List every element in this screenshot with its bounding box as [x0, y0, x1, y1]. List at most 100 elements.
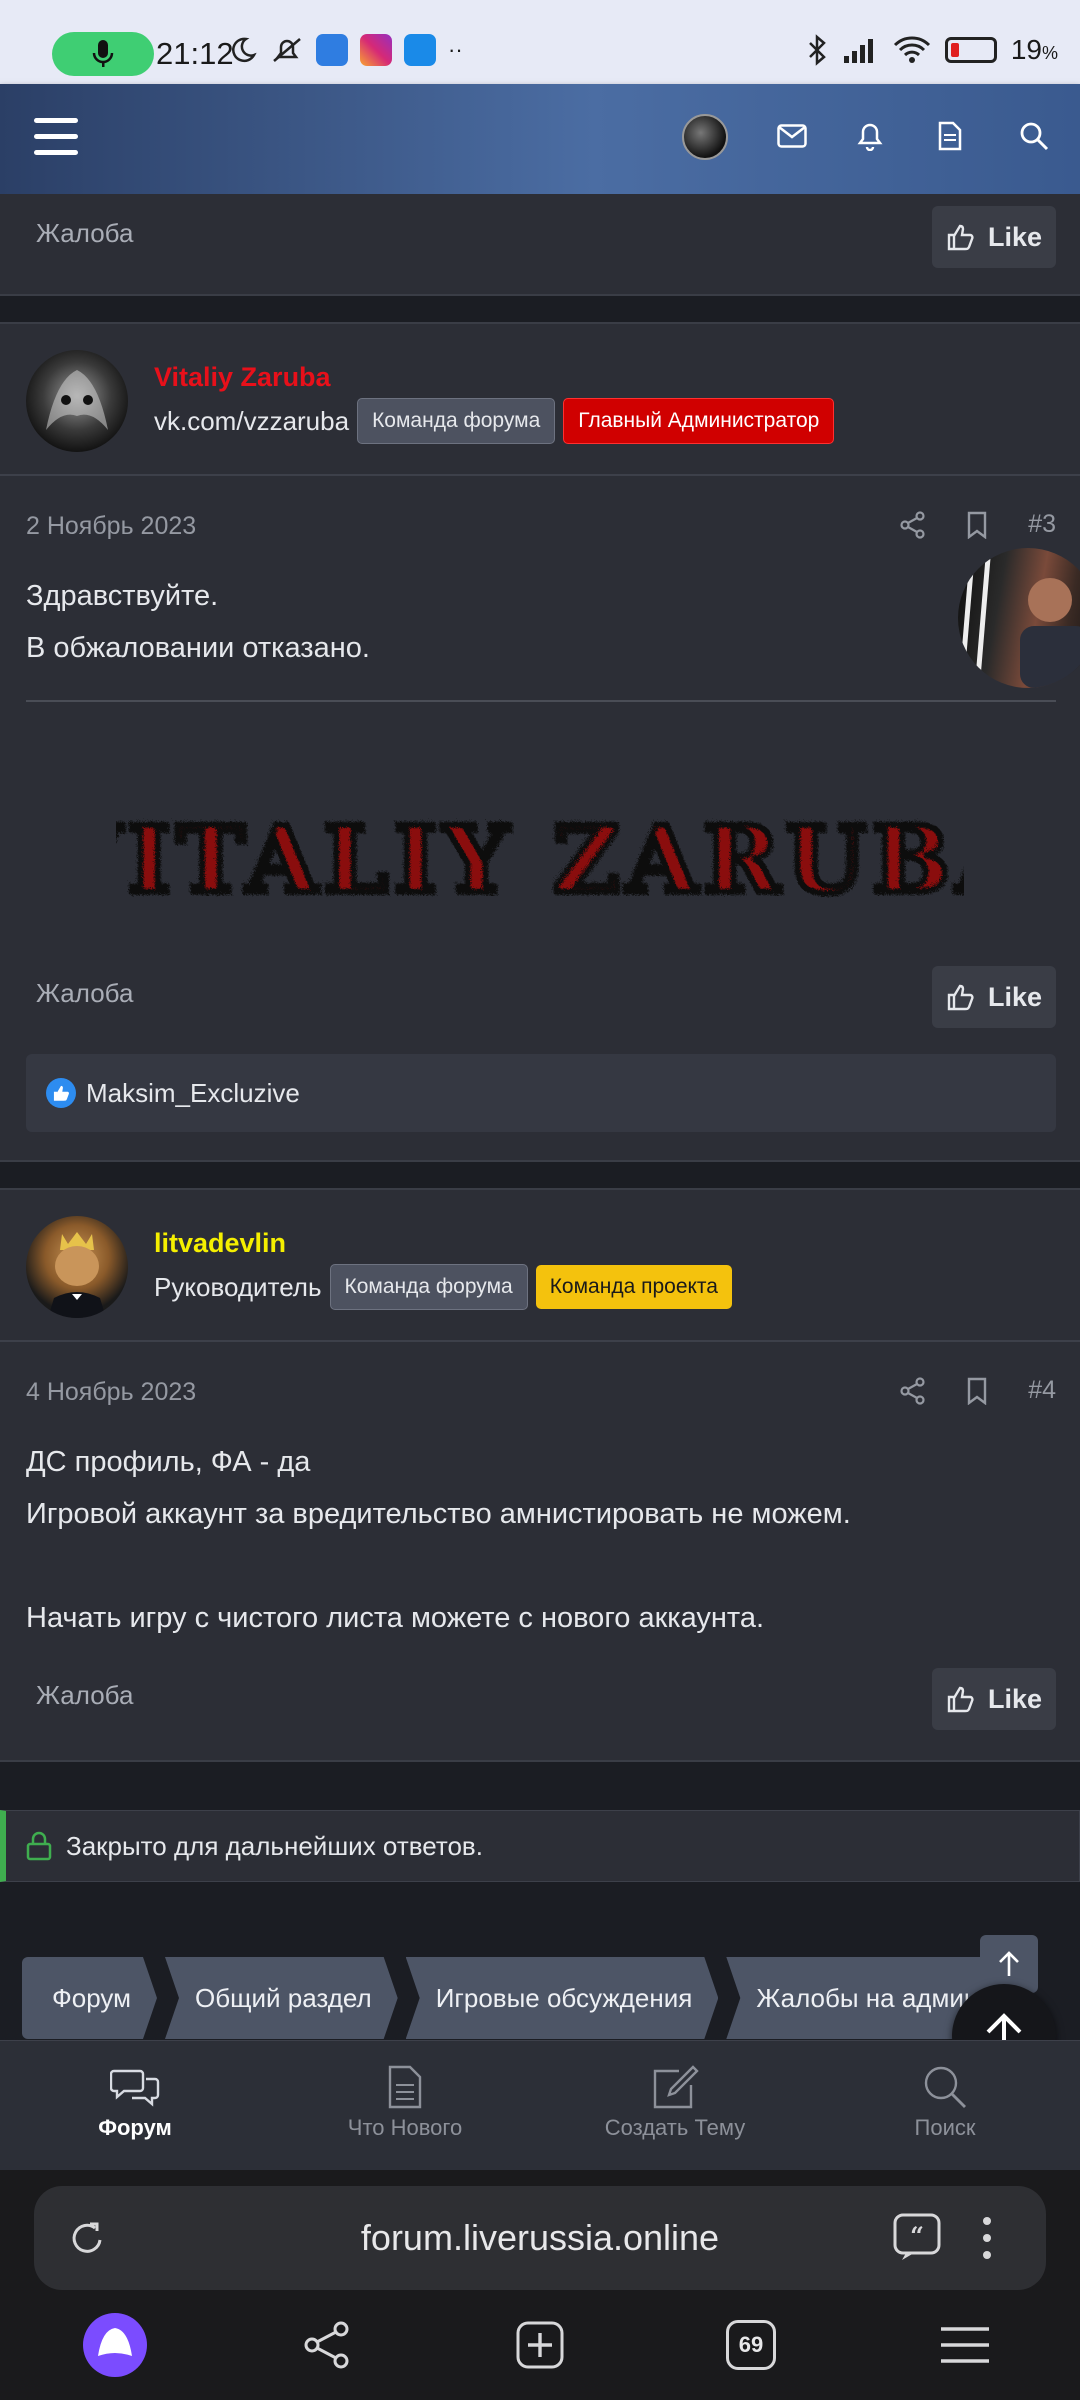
- inbox-icon[interactable]: [772, 116, 812, 156]
- breadcrumb-game-discussions[interactable]: Игровые обсуждения: [406, 1957, 719, 2039]
- report-link[interactable]: Жалоба: [36, 1680, 133, 1711]
- app-notification-icon: [404, 34, 436, 66]
- post-3: Vitaliy Zaruba vk.com/vzzaruba Команда ф…: [0, 322, 1080, 1162]
- chat-bubbles-icon: [0, 2059, 270, 2115]
- battery-icon: [944, 37, 997, 63]
- badge-forum-team: Команда форума: [357, 398, 556, 444]
- post-body: Здравствуйте. В обжаловании отказано.: [26, 580, 370, 664]
- post-actions: #3: [900, 510, 1056, 539]
- bookmark-icon[interactable]: [966, 511, 988, 539]
- thumbs-up-icon: [947, 1686, 974, 1713]
- thread-closed-notice: Закрыто для дальнейших ответов.: [0, 1810, 1080, 1882]
- moon-icon: [232, 37, 257, 63]
- tab-label: Поиск: [914, 2115, 976, 2140]
- signature-logo-image: VITALIY ZARUBA: [44, 794, 1028, 924]
- share-icon[interactable]: [900, 510, 926, 539]
- system-indicators: 19%: [805, 34, 1058, 66]
- breadcrumb-general[interactable]: Общий раздел: [165, 1957, 398, 2039]
- floating-video-avatar[interactable]: [958, 548, 1080, 688]
- like-label: Like: [987, 1683, 1043, 1714]
- like-button[interactable]: Like: [932, 966, 1056, 1028]
- badge-forum-team: Команда форума: [329, 1264, 528, 1310]
- like-button[interactable]: Like: [932, 206, 1056, 268]
- alice-assistant-icon[interactable]: [80, 2310, 150, 2380]
- tabs-count: 69: [726, 2320, 776, 2370]
- breadcrumb: Форум Общий раздел Игровые обсуждения Жа…: [22, 1957, 1012, 2039]
- browser-chrome: forum.liverussia.online “ 69: [0, 2170, 1080, 2400]
- search-icon[interactable]: [1014, 116, 1054, 156]
- user-title: Руководитель: [154, 1271, 322, 1302]
- report-link[interactable]: Жалоба: [36, 218, 133, 249]
- post-number[interactable]: #3: [1028, 510, 1056, 539]
- battery-level: 19%: [1010, 34, 1058, 65]
- clock: 21:12: [156, 36, 234, 71]
- notification-icons: ··: [228, 34, 468, 66]
- bookmark-icon[interactable]: [966, 1377, 988, 1405]
- like-button[interactable]: Like: [932, 1668, 1056, 1730]
- user-title-row: Руководитель Команда форума Команда прое…: [154, 1264, 732, 1310]
- tab-forum[interactable]: Форум: [0, 2059, 270, 2141]
- tabs-counter-button[interactable]: 69: [716, 2310, 786, 2380]
- more-notifications-icon: ··: [448, 37, 463, 62]
- tab-whats-new[interactable]: Что Нового: [270, 2059, 540, 2141]
- menu-icon[interactable]: [34, 118, 78, 158]
- share-icon[interactable]: [292, 2310, 362, 2380]
- forum-tab-bar: Форум Что Нового Создать Тему Поиск: [0, 2040, 1080, 2170]
- user-title: vk.com/vzzaruba: [154, 405, 350, 436]
- document-icon: [270, 2059, 540, 2115]
- tab-search[interactable]: Поиск: [810, 2059, 1080, 2141]
- share-icon[interactable]: [900, 1376, 926, 1405]
- post-number[interactable]: #4: [1028, 1376, 1056, 1405]
- report-link[interactable]: Жалоба: [36, 978, 133, 1009]
- thumbs-up-icon: [947, 224, 974, 251]
- post-footer-previous: Жалоба Like: [0, 194, 1080, 296]
- post-date[interactable]: 4 Ноябрь 2023: [26, 1378, 196, 1407]
- tab-label: Что Нового: [347, 2115, 463, 2140]
- tab-label: Форум: [98, 2115, 172, 2140]
- edit-icon: [540, 2059, 810, 2115]
- post-date[interactable]: 2 Ноябрь 2023: [26, 512, 196, 541]
- mute-bell-icon: [273, 38, 301, 62]
- username[interactable]: litvadevlin: [154, 1228, 286, 1259]
- status-bar: 21:12 ·· 19%: [0, 0, 1080, 84]
- breadcrumb-forum[interactable]: Форум: [22, 1957, 157, 2039]
- reader-mode-icon[interactable]: “: [892, 2212, 942, 2267]
- closed-notice-text: Закрыто для дальнейших ответов.: [66, 1830, 483, 1861]
- like-label: Like: [987, 981, 1043, 1012]
- address-bar[interactable]: forum.liverussia.online “: [34, 2186, 1046, 2290]
- like-label: Like: [987, 221, 1043, 252]
- user-title-row: vk.com/vzzaruba Команда форума Главный А…: [154, 398, 835, 444]
- user-avatar[interactable]: [26, 350, 128, 452]
- like-reaction-icon: [46, 1078, 76, 1108]
- badge-project-team: Команда проекта: [535, 1265, 732, 1309]
- bluetooth-icon: [808, 34, 826, 66]
- search-icon: [810, 2059, 1080, 2115]
- mic-indicator-icon: [52, 32, 154, 76]
- account-avatar[interactable]: [682, 114, 728, 160]
- signature-divider: [26, 700, 1056, 702]
- browser-menu-icon[interactable]: [930, 2310, 1000, 2380]
- post-actions: #4: [900, 1376, 1056, 1405]
- new-posts-document-icon[interactable]: [930, 116, 970, 156]
- arrow-up-icon: [999, 1951, 1019, 1976]
- tab-label: Создать Тему: [604, 2115, 746, 2140]
- thumbs-up-icon: [947, 984, 974, 1011]
- signal-icon: [843, 39, 873, 63]
- reaction-user[interactable]: Maksim_Excluzive: [86, 1078, 300, 1109]
- alerts-bell-icon[interactable]: [850, 116, 890, 156]
- wifi-icon: [893, 36, 930, 63]
- more-menu-icon[interactable]: [982, 2216, 992, 2265]
- username[interactable]: Vitaliy Zaruba: [154, 362, 331, 393]
- instagram-app-icon: [360, 34, 392, 66]
- svg-text:VITALIY ZARUBA: VITALIY ZARUBA: [116, 804, 964, 912]
- badge-chief-admin: Главный Администратор: [563, 398, 835, 444]
- reactions-bar[interactable]: Maksim_Excluzive: [26, 1054, 1056, 1132]
- post-body: ДС профиль, ФА - да Игровой аккаунт за в…: [26, 1446, 851, 1634]
- tab-create-thread[interactable]: Создать Тему: [540, 2059, 810, 2141]
- post-user-header: Vitaliy Zaruba vk.com/vzzaruba Команда ф…: [0, 324, 1080, 476]
- post-user-header: litvadevlin Руководитель Команда форума …: [0, 1190, 1080, 1342]
- user-avatar[interactable]: [26, 1216, 128, 1318]
- post-4: litvadevlin Руководитель Команда форума …: [0, 1188, 1080, 1762]
- new-tab-icon[interactable]: [505, 2310, 575, 2380]
- messenger-app-icon: [316, 34, 348, 66]
